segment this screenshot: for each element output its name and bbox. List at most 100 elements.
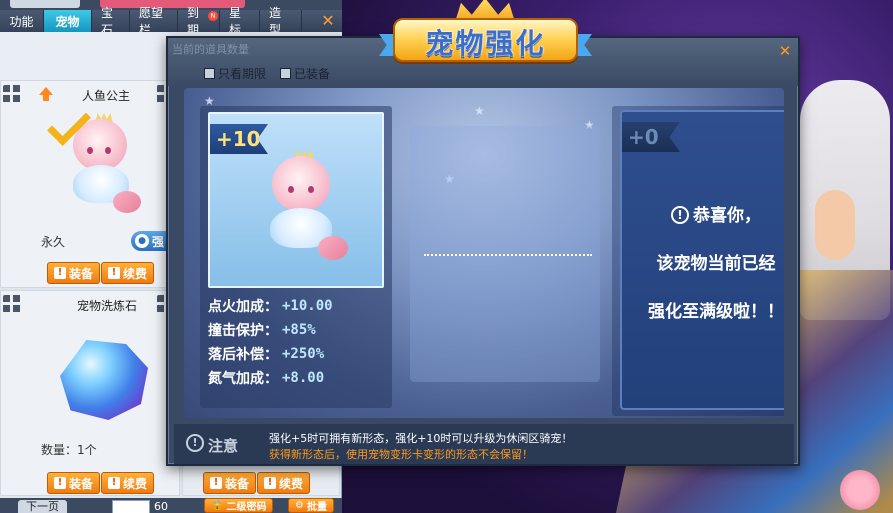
renew-button[interactable]: ! 续费 <box>101 472 155 494</box>
tab-gems[interactable]: 宝石 <box>92 6 130 37</box>
grid-menu-icon[interactable] <box>3 85 21 103</box>
stat-value: +8.00 <box>282 370 325 386</box>
top-stub <box>10 0 80 8</box>
notice-label: 注意 <box>208 437 239 455</box>
filter-equipped-label: 已装备 <box>294 67 331 81</box>
header-ghost-text: 当前的道具数量 <box>172 43 249 56</box>
renew-button[interactable]: ! 续费 <box>257 472 311 494</box>
equip-button[interactable]: ! 装备 <box>47 472 101 494</box>
equip-button[interactable]: ! 装备 <box>203 472 257 494</box>
filter-expiry-checkbox[interactable]: 只看期限 <box>204 65 266 82</box>
stat-value: +250% <box>282 346 325 362</box>
lock-icon: 🔒 <box>211 500 224 511</box>
stat-row: 点火加成： +10.00 <box>208 294 388 318</box>
material-slot-panel[interactable] <box>410 126 600 382</box>
result-box: +0 ! 恭喜你， 该宠物当前已经 强化至满级啦！！ <box>620 110 784 410</box>
paw-icon: ● <box>135 234 149 248</box>
renew-button[interactable]: ! 续费 <box>101 262 155 284</box>
stat-row: 撞击保护： +85% <box>208 318 388 342</box>
current-pet-panel: +10 点火加成： +10.00 撞击保护： +85% 落后补偿： +250% … <box>200 106 392 408</box>
upgrade-arrow-icon <box>39 87 53 101</box>
checkbox-box[interactable] <box>204 68 215 79</box>
filter-expiry-label: 只看期限 <box>218 67 267 81</box>
close-icon[interactable]: ✕ <box>776 42 794 60</box>
max-level-message: ! 恭喜你， 该宠物当前已经 强化至满级啦！！ <box>622 192 784 336</box>
alert-icon: ! <box>264 477 276 489</box>
pet-strengthen-dialog: 当前的道具数量 只看期限 已装备 ✕ 宠物强化 ★ ★ ★ ★ +10 点火加成… <box>166 0 800 466</box>
notice-line-2: 获得新形态后，使用宠物变形卡变形的形态不会保留！ <box>269 448 533 461</box>
secondary-password-label: 二级密码 <box>226 502 267 513</box>
renew-label: 续费 <box>279 476 304 491</box>
batch-button[interactable]: ⚙ 批量 <box>288 498 334 513</box>
item-duration: 永久 <box>41 235 66 249</box>
current-pet-frame: +10 <box>208 112 384 288</box>
message-line-1: 恭喜你， <box>693 206 761 226</box>
pet-head <box>272 156 330 212</box>
next-page-button[interactable]: 下一页 <box>18 500 67 513</box>
new-badge: N <box>208 11 218 21</box>
dialog-title: 宠物强化 <box>425 27 546 60</box>
dialog-body: ★ ★ ★ ★ +10 点火加成： +10.00 撞击保护： +85% 落后补偿… <box>184 88 784 418</box>
result-level-badge: +0 <box>622 122 680 152</box>
tab-wishlist[interactable]: 愿望栏 <box>130 6 178 37</box>
equip-button[interactable]: ! 装备 <box>47 262 101 284</box>
equip-label: 装备 <box>225 476 250 491</box>
renew-label: 续费 <box>123 476 148 491</box>
inventory-card-mermaid[interactable]: 人鱼公主 永久 ● 强 ! 装备 ! 续费 <box>0 80 180 288</box>
sparkle-icon: ★ <box>474 104 485 118</box>
item-quantity: 数量：1个 <box>41 443 97 457</box>
grid-menu-icon[interactable] <box>3 295 21 313</box>
strengthen-button[interactable]: ● 强 <box>131 231 171 251</box>
page-total: 60 <box>154 500 168 513</box>
pet-eye <box>87 147 93 154</box>
equip-label: 装备 <box>69 266 94 281</box>
message-line-3: 强化至满级啦！！ <box>648 302 784 322</box>
stat-label: 点火加成： <box>208 299 278 315</box>
renew-label: 续费 <box>123 266 148 281</box>
stat-value: +10.00 <box>282 298 333 314</box>
stat-value: +85% <box>282 322 316 338</box>
checkbox-box[interactable] <box>280 68 291 79</box>
dialog-title-banner: 宠物强化 <box>379 0 592 64</box>
strengthen-label: 强 <box>152 234 165 249</box>
pet-stats-list: 点火加成： +10.00 撞击保护： +85% 落后补偿： +250% 氮气加成… <box>208 294 388 390</box>
item-name: 宠物洗炼石 <box>76 299 137 313</box>
gear-icon: ⚙ <box>295 500 304 511</box>
result-panel: +0 ! 恭喜你， 该宠物当前已经 强化至满级啦！！ <box>612 106 784 416</box>
tab-starred[interactable]: 星标 <box>220 6 260 37</box>
tab-pets[interactable]: 宠物 <box>44 10 92 32</box>
stat-label: 撞击保护： <box>208 323 278 339</box>
top-stub-pink <box>100 0 245 8</box>
filter-equipped-checkbox[interactable]: 已装备 <box>280 65 330 82</box>
alert-icon: ! <box>54 267 66 279</box>
secondary-password-button[interactable]: 🔒 二级密码 <box>204 498 274 513</box>
pet-tail <box>113 191 141 213</box>
pet-eye <box>288 186 294 193</box>
notice-bar: ! 注意 强化+5时可拥有新形态，强化+10时可以升级为休闲区骑宠！ 获得新形态… <box>174 424 794 464</box>
tab-functions[interactable]: 功能 <box>0 10 44 32</box>
alert-icon: ! <box>54 477 66 489</box>
tab-expiring[interactable]: 到期 N <box>178 6 220 37</box>
stat-row: 落后补偿： +250% <box>208 342 388 366</box>
inventory-tabs: 功能 宠物 宝石 愿望栏 到期 N 星标 造型 <box>0 6 342 37</box>
stat-row: 氮气加成： +8.00 <box>208 366 388 390</box>
dotted-divider <box>424 254 592 256</box>
tab-outfits[interactable]: 造型 <box>260 6 302 37</box>
stat-label: 氮气加成： <box>208 371 278 387</box>
equip-label: 装备 <box>69 476 94 491</box>
alert-icon: ! <box>108 477 120 489</box>
stat-label: 落后补偿： <box>208 347 278 363</box>
character-hand <box>815 190 855 260</box>
batch-label: 批量 <box>306 502 327 513</box>
pet-level-badge: +10 <box>210 124 268 154</box>
page-number-input[interactable] <box>112 500 150 513</box>
pet-eye <box>105 147 111 154</box>
message-line-2: 该宠物当前已经 <box>656 254 776 274</box>
alert-icon: ! <box>108 267 120 279</box>
mermaid-pet-image <box>262 148 348 268</box>
inventory-close-icon[interactable]: ✕ <box>319 12 337 30</box>
message-line: ! 恭喜你， <box>622 192 784 240</box>
pet-tail <box>318 236 348 260</box>
warning-icon: ! <box>671 206 689 224</box>
pet-eye <box>308 186 314 193</box>
